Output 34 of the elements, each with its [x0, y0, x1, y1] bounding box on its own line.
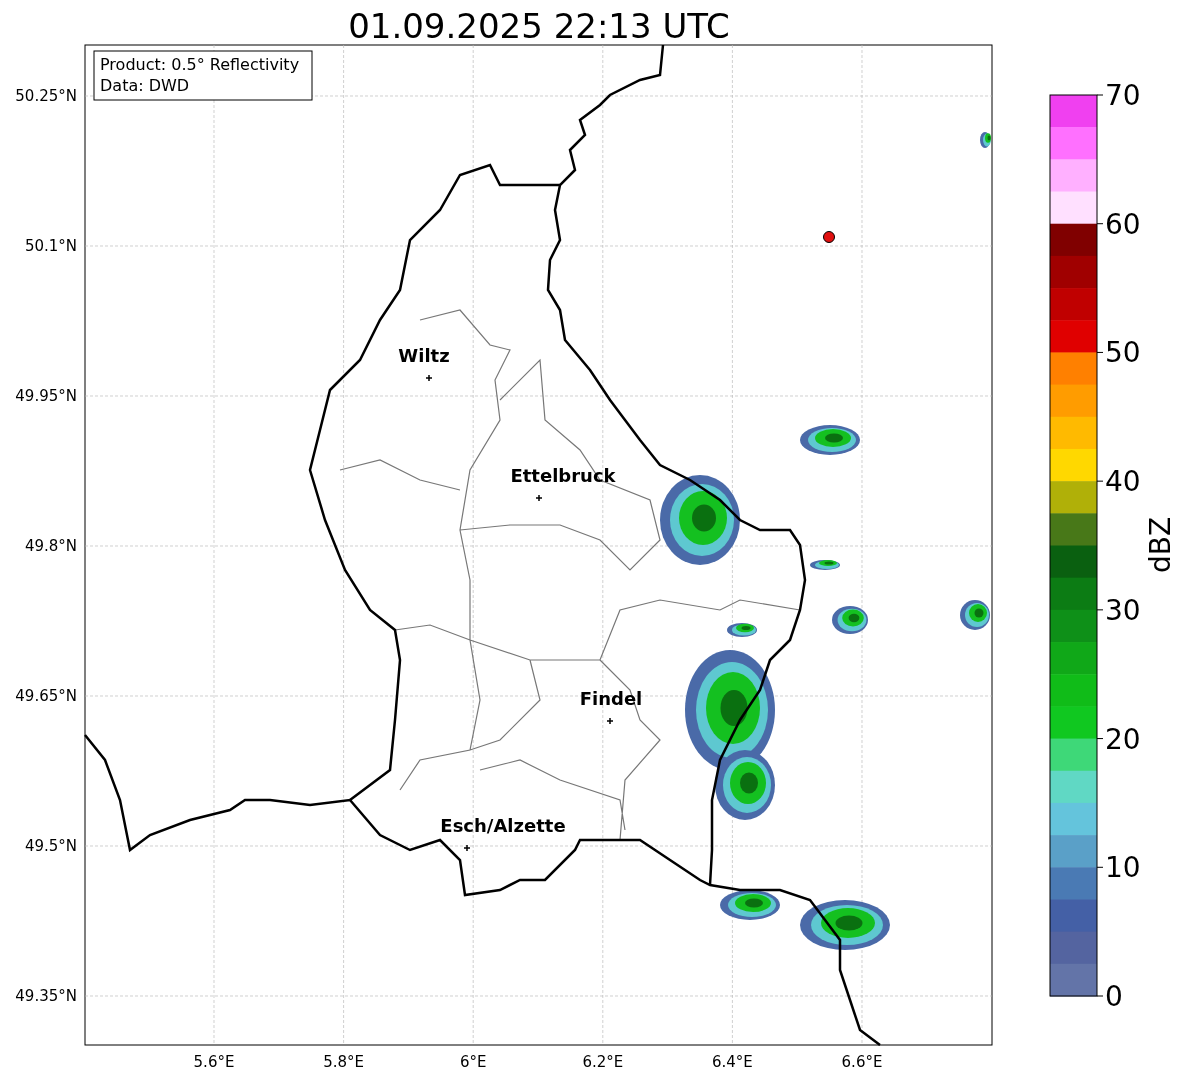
colorbar-tick-label: 0 [1105, 980, 1123, 1013]
colorbar-tick-label: 10 [1105, 851, 1141, 885]
longitude-label: 6.4°E [712, 1053, 753, 1071]
city-label: Wiltz [398, 345, 450, 366]
location-marker [823, 231, 835, 243]
colorbar-tick-label: 70 [1105, 79, 1141, 112]
colorbar-tick-label: 20 [1105, 722, 1141, 756]
latitude-label: 50.1°N [24, 237, 77, 255]
longitude-label: 6.6°E [841, 1053, 883, 1071]
city-marker [606, 717, 614, 725]
latitude-label: 49.5°N [24, 837, 77, 855]
latitude-label: 50.25°N [15, 87, 77, 105]
latitude-label: 49.95°N [15, 387, 77, 405]
colorbar-tick-label: 40 [1105, 465, 1141, 499]
city-marker [463, 844, 471, 852]
city-label: Esch/Alzette [440, 815, 566, 836]
colorbar-tick-label: 50 [1105, 336, 1141, 370]
colorbar-tick-label: 60 [1105, 207, 1141, 241]
info-text: Data: DWD [100, 76, 190, 95]
info-text: Product: 0.5° Reflectivity [100, 55, 300, 74]
longitude-label: 6.2°E [582, 1053, 624, 1071]
longitude-label: 6°E [459, 1053, 487, 1071]
chart-title: 01.09.2025 22:13 UTC [348, 6, 730, 46]
city-marker [425, 374, 433, 382]
latitude-label: 49.35°N [15, 987, 77, 1005]
city-label: Findel [579, 688, 643, 709]
longitude-label: 5.6°E [193, 1053, 235, 1071]
colorbar-tick-label: 30 [1105, 593, 1141, 627]
colorbar-label: dBZ [1144, 516, 1177, 574]
city-marker [535, 494, 543, 502]
longitude-label: 5.8°E [323, 1053, 364, 1071]
city-label: Ettelbruck [510, 465, 616, 486]
latitude-label: 49.8°N [24, 537, 77, 555]
latitude-label: 49.65°N [15, 687, 77, 705]
